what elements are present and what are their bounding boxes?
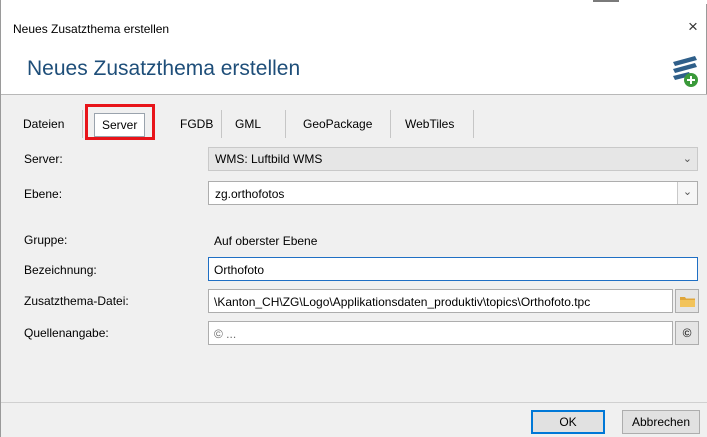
tab-gml[interactable]: GML	[235, 110, 261, 138]
top-strip	[1, 0, 707, 4]
window-title: Neues Zusatzthema erstellen	[13, 22, 170, 36]
cancel-button[interactable]: Abbrechen	[622, 410, 700, 434]
ebene-select[interactable]: zg.orthofotos ⌄	[208, 181, 698, 205]
ebene-label: Ebene:	[24, 187, 63, 201]
add-layer-icon	[673, 56, 698, 87]
copyright-icon: ©	[682, 326, 692, 340]
server-label: Server:	[24, 152, 63, 166]
ok-button[interactable]: OK	[531, 410, 605, 434]
chevron-down-icon[interactable]: ⌄	[677, 182, 697, 204]
bezeichnung-input[interactable]: Orthofoto	[208, 257, 698, 281]
datei-input[interactable]: \Kanton_CH\ZG\Logo\Applikationsdaten_pro…	[208, 289, 673, 313]
gruppe-label: Gruppe:	[24, 233, 68, 247]
server-value: WMS: Luftbild WMS	[215, 152, 323, 166]
gruppe-value: Auf oberster Ebene	[214, 234, 318, 248]
tab-dateien[interactable]: Dateien	[23, 110, 64, 138]
tab-server[interactable]: Server	[94, 113, 146, 137]
bezeichnung-label: Bezeichnung:	[24, 263, 97, 277]
footer-divider	[1, 402, 707, 403]
dialog-window: Neues Zusatzthema erstellen × Neues Zusa…	[0, 0, 707, 437]
quelle-input[interactable]: © ...	[208, 321, 673, 345]
tab-webtiles[interactable]: WebTiles	[405, 110, 454, 138]
folder-icon	[680, 297, 695, 307]
ebene-value: zg.orthofotos	[215, 187, 285, 201]
close-icon[interactable]: ×	[684, 18, 702, 36]
tab-fgdb[interactable]: FGDB	[180, 110, 213, 138]
server-select[interactable]: WMS: Luftbild WMS ⌄	[208, 147, 698, 171]
tab-geopackage[interactable]: GeoPackage	[303, 110, 372, 138]
copyright-button[interactable]: ©	[675, 321, 699, 345]
quelle-label: Quellenangabe:	[24, 326, 109, 340]
page-title: Neues Zusatzthema erstellen	[27, 57, 301, 80]
browse-folder-button[interactable]	[675, 289, 699, 313]
chevron-down-icon: ⌄	[682, 153, 692, 165]
datei-label: Zusatzthema-Datei:	[24, 294, 129, 308]
title-bar: Neues Zusatzthema erstellen ×	[1, 12, 707, 42]
